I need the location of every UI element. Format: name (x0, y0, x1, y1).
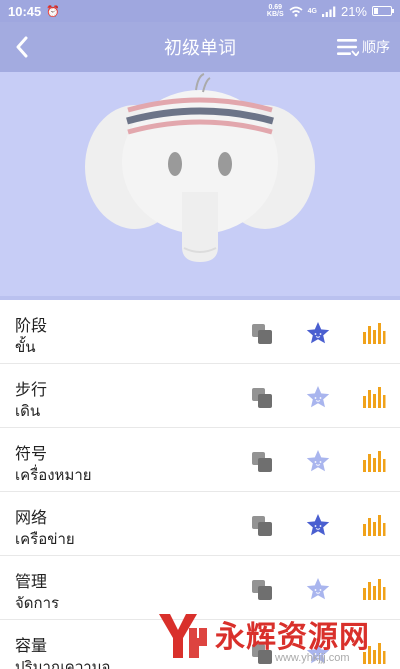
back-button[interactable] (0, 22, 44, 72)
app-root: 10:45 ⏰ 0.69 KB/S 4G 21% 初级单词 顺序 阶段 ขั้น… (0, 0, 400, 669)
network-type-label: 4G (307, 7, 317, 15)
favorite-star-icon[interactable] (305, 576, 331, 602)
net-speed: 0.69 KB/S (267, 4, 284, 18)
audio-bars-icon[interactable] (362, 448, 386, 474)
wifi-icon (289, 6, 303, 17)
nav-bar: 初级单词 顺序 (0, 22, 400, 72)
copy-icon[interactable] (250, 514, 274, 538)
status-right-group: 0.69 KB/S 4G 21% (267, 3, 394, 19)
list-item[interactable]: 阶段 ขั้น (0, 300, 400, 364)
word-chinese: 网络 (15, 510, 48, 527)
audio-bars-icon[interactable] (362, 640, 386, 666)
word-chinese: 步行 (15, 382, 48, 399)
list-item[interactable]: 符号 เครื่องหมาย (0, 428, 400, 492)
copy-icon[interactable] (250, 322, 274, 346)
net-speed-value: 0.69 (268, 4, 283, 11)
audio-bars-icon[interactable] (362, 576, 386, 602)
list-item[interactable]: 步行 เดิน (0, 364, 400, 428)
favorite-star-icon[interactable] (305, 640, 331, 666)
signal-icon (321, 6, 336, 17)
sort-list-icon (337, 39, 359, 56)
word-chinese: 管理 (15, 574, 48, 591)
order-label: 顺序 (362, 39, 390, 55)
copy-icon[interactable] (250, 450, 274, 474)
favorite-star-icon[interactable] (305, 448, 331, 474)
net-speed-unit: KB/S (266, 11, 284, 18)
battery-icon (372, 6, 394, 16)
elephant-illustration (0, 73, 400, 300)
favorite-star-icon[interactable] (305, 512, 331, 538)
word-thai: ปริมาณความจ (15, 658, 111, 669)
copy-icon[interactable] (250, 642, 274, 666)
status-time: 10:45 (8, 3, 42, 19)
favorite-star-icon[interactable] (305, 320, 331, 346)
audio-bars-icon[interactable] (362, 512, 386, 538)
copy-icon[interactable] (250, 386, 274, 410)
favorite-star-icon[interactable] (305, 384, 331, 410)
elephant-banner (0, 72, 400, 300)
word-thai: จัดการ (15, 594, 60, 612)
chevron-left-icon (16, 36, 28, 58)
word-chinese: 容量 (15, 638, 48, 655)
word-thai: ขั้น (15, 338, 36, 356)
word-thai: เครือข่าย (15, 530, 75, 548)
list-item[interactable]: 管理 จัดการ (0, 556, 400, 620)
word-chinese: 阶段 (15, 318, 48, 335)
word-chinese: 符号 (15, 446, 48, 463)
audio-bars-icon[interactable] (362, 320, 386, 346)
battery-percent: 21% (340, 3, 367, 19)
word-thai: เครื่องหมาย (15, 466, 92, 484)
word-list: 阶段 ขั้น 步行 เดิน 符号 เครื่องหมาย 网络 เครือข่าย 管理 จั… (0, 300, 400, 669)
alarm-icon: ⏰ (46, 5, 60, 18)
order-button[interactable]: 顺序 (337, 22, 390, 72)
list-item[interactable]: 网络 เครือข่าย (0, 492, 400, 556)
status-bar: 10:45 ⏰ 0.69 KB/S 4G 21% (0, 0, 400, 22)
battery-level (374, 8, 378, 14)
copy-icon[interactable] (250, 578, 274, 602)
audio-bars-icon[interactable] (362, 384, 386, 410)
word-thai: เดิน (15, 402, 41, 420)
list-item[interactable]: 容量 ปริมาณความจ (0, 620, 400, 669)
